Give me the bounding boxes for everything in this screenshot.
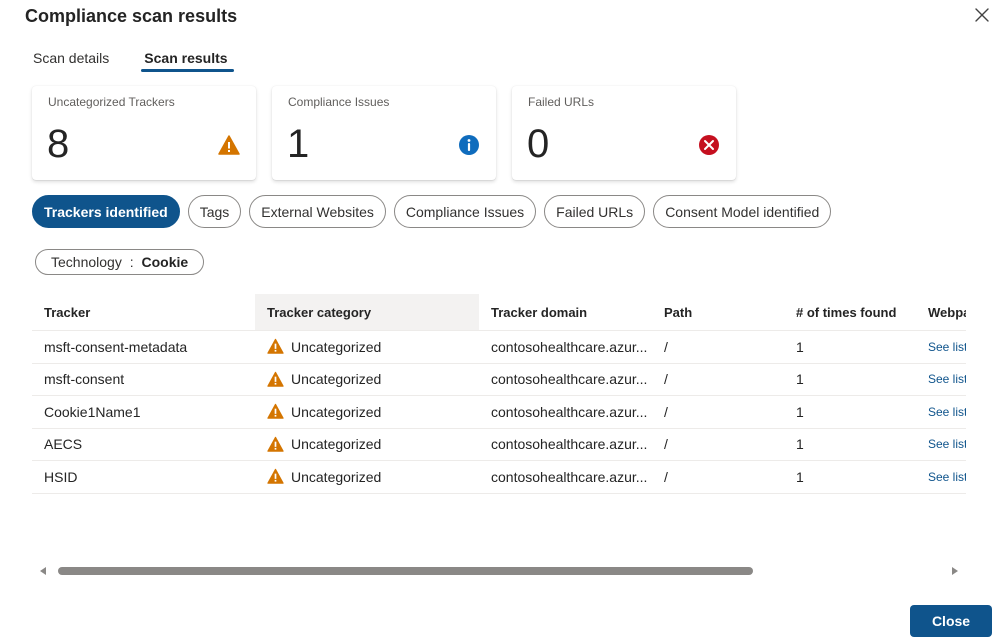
cell-times-found: 1 bbox=[796, 338, 804, 355]
technology-filter[interactable]: Technology : Cookie bbox=[35, 249, 205, 275]
summary-cards: Uncategorized Trackers 8 Compliance Issu… bbox=[32, 86, 736, 180]
cell-times-found: 1 bbox=[796, 403, 804, 420]
pill-tags[interactable]: Tags bbox=[187, 195, 242, 228]
card-label: Failed URLs bbox=[528, 95, 595, 109]
column-header-webpages[interactable]: Webpa bbox=[916, 294, 966, 330]
scrollbar-thumb[interactable] bbox=[58, 567, 753, 575]
tab-scan-results[interactable]: Scan results bbox=[141, 48, 234, 72]
cell-tracker-category: Uncategorized bbox=[255, 429, 479, 461]
cell-times-found: 1 bbox=[796, 436, 804, 453]
card-value: 0 bbox=[527, 122, 550, 166]
info-icon bbox=[459, 135, 479, 155]
cell-path: / bbox=[664, 371, 668, 388]
card-value: 1 bbox=[287, 122, 310, 166]
category-label: Uncategorized bbox=[291, 371, 382, 388]
cell-tracker: AECS bbox=[44, 436, 83, 453]
scroll-left-icon[interactable] bbox=[40, 567, 46, 575]
see-list-link[interactable]: See list bbox=[916, 364, 966, 396]
cell-tracker: msft-consent-metadata bbox=[44, 338, 188, 355]
table-header: Tracker Tracker category Tracker domain … bbox=[32, 294, 966, 331]
pill-failed-urls[interactable]: Failed URLs bbox=[544, 195, 646, 228]
see-list-link[interactable]: See list bbox=[916, 331, 966, 363]
tab-list: Scan details Scan results bbox=[33, 48, 234, 72]
see-list-link[interactable]: See list bbox=[916, 461, 966, 493]
pill-compliance-issues[interactable]: Compliance Issues bbox=[393, 195, 537, 228]
filter-separator: : bbox=[125, 254, 138, 270]
close-button[interactable]: Close bbox=[910, 605, 992, 637]
cell-tracker: msft-consent bbox=[44, 371, 125, 388]
column-header-tracker[interactable]: Tracker bbox=[32, 294, 255, 330]
cell-path: / bbox=[664, 468, 668, 485]
table-row[interactable]: AECS Uncategorized contosohealthcare.azur.… bbox=[32, 429, 966, 461]
see-list-link[interactable]: See list bbox=[916, 396, 966, 428]
cell-tracker-category: Uncategorized bbox=[255, 461, 479, 493]
warning-icon bbox=[267, 469, 284, 484]
cell-path: / bbox=[664, 436, 668, 453]
card-compliance-issues: Compliance Issues 1 bbox=[272, 86, 496, 180]
table-body: msft-consent-metadata Uncategorized contos… bbox=[32, 331, 966, 494]
cell-path: / bbox=[664, 403, 668, 420]
card-label: Compliance Issues bbox=[288, 95, 390, 109]
warning-icon bbox=[267, 436, 284, 452]
table-row[interactable]: msft-consent Uncategorized contosohealthca… bbox=[32, 364, 966, 396]
filter-value: Cookie bbox=[141, 254, 189, 270]
error-icon bbox=[699, 135, 719, 155]
cell-tracker: Cookie1Name1 bbox=[44, 403, 141, 420]
tab-scan-details[interactable]: Scan details bbox=[33, 48, 112, 72]
see-list-link[interactable]: See list bbox=[916, 429, 966, 461]
category-label: Uncategorized bbox=[291, 338, 382, 355]
filter-key: Technology bbox=[51, 254, 122, 270]
table-row[interactable]: Cookie1Name1 Uncategorized contosohealthca… bbox=[32, 396, 966, 429]
pill-trackers-identified[interactable]: Trackers identified bbox=[32, 195, 180, 228]
column-header-tracker-domain[interactable]: Tracker domain bbox=[479, 294, 652, 330]
warning-icon bbox=[267, 404, 284, 419]
cell-tracker-domain: contosohealthcare.azur... bbox=[491, 338, 648, 355]
trackers-table: Tracker Tracker category Tracker domain … bbox=[32, 294, 966, 494]
cell-times-found: 1 bbox=[796, 468, 804, 485]
warning-icon bbox=[267, 339, 284, 354]
card-failed-urls: Failed URLs 0 bbox=[512, 86, 736, 180]
column-header-times-found[interactable]: # of times found bbox=[784, 294, 916, 330]
warning-icon bbox=[218, 135, 240, 155]
cell-tracker-domain: contosohealthcare.azur... bbox=[491, 371, 648, 388]
table-row[interactable]: msft-consent-metadata Uncategorized contos… bbox=[32, 331, 966, 364]
column-header-path[interactable]: Path bbox=[652, 294, 784, 330]
cell-tracker-domain: contosohealthcare.azur... bbox=[491, 403, 648, 420]
cell-tracker-category: Uncategorized bbox=[255, 364, 479, 396]
cell-times-found: 1 bbox=[796, 371, 804, 388]
pill-external-websites[interactable]: External Websites bbox=[249, 195, 386, 228]
cell-tracker: HSID bbox=[44, 468, 78, 485]
scroll-right-icon[interactable] bbox=[952, 567, 958, 575]
cell-tracker-category: Uncategorized bbox=[255, 331, 479, 363]
cell-path: / bbox=[664, 338, 668, 355]
dialog-title: Compliance scan results bbox=[25, 6, 238, 26]
column-header-tracker-category[interactable]: Tracker category bbox=[255, 294, 479, 330]
category-label: Uncategorized bbox=[291, 403, 382, 420]
card-value: 8 bbox=[47, 122, 70, 166]
card-label: Uncategorized Trackers bbox=[48, 95, 175, 109]
warning-icon bbox=[267, 371, 284, 387]
cell-tracker-domain: contosohealthcare.azur... bbox=[491, 436, 648, 453]
cell-tracker-domain: contosohealthcare.azur... bbox=[491, 468, 648, 485]
cell-tracker-category: Uncategorized bbox=[255, 396, 479, 428]
table-row[interactable]: HSID Uncategorized contosohealthcare.azur.… bbox=[32, 461, 966, 494]
result-filter-pills: Trackers identified Tags External Websit… bbox=[32, 195, 832, 228]
close-icon[interactable] bbox=[967, 0, 997, 30]
horizontal-scrollbar[interactable] bbox=[36, 563, 962, 579]
pill-consent-model-identified[interactable]: Consent Model identified bbox=[653, 195, 832, 228]
category-label: Uncategorized bbox=[291, 436, 382, 453]
card-uncategorized-trackers: Uncategorized Trackers 8 bbox=[32, 86, 256, 180]
category-label: Uncategorized bbox=[291, 468, 382, 485]
